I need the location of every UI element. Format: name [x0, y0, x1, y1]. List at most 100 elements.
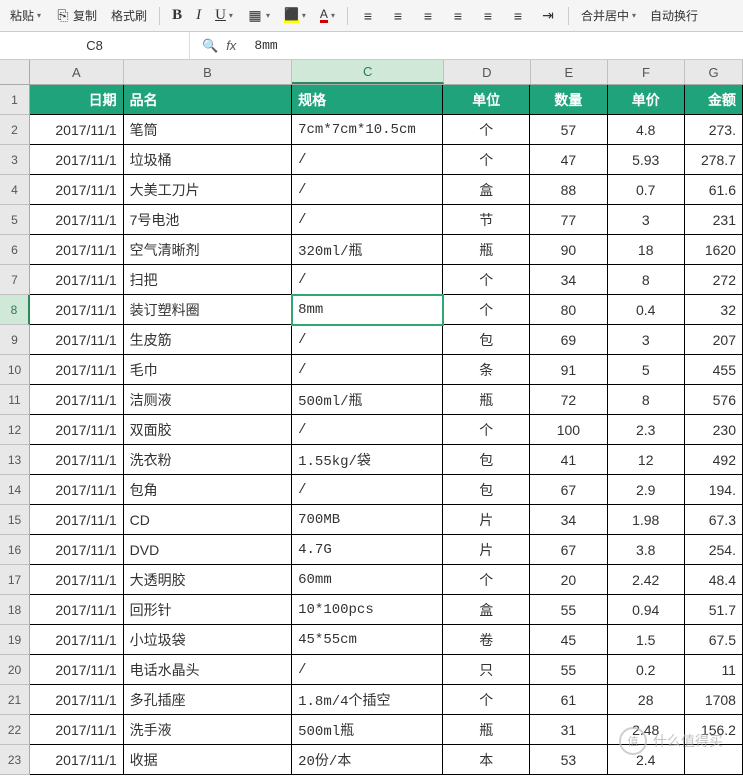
- cell-B16[interactable]: DVD: [124, 535, 293, 565]
- cell-E5[interactable]: 77: [530, 205, 607, 235]
- cell-B17[interactable]: 大透明胶: [124, 565, 293, 595]
- cell-G8[interactable]: 32: [685, 295, 743, 325]
- cell-C8[interactable]: 8mm: [292, 295, 443, 325]
- cell-C3[interactable]: /: [292, 145, 443, 175]
- row-header-3[interactable]: 3: [0, 145, 30, 175]
- cell-E23[interactable]: 53: [530, 745, 607, 775]
- font-color-button[interactable]: A▾: [314, 6, 341, 25]
- cell-G2[interactable]: 273.: [685, 115, 743, 145]
- row-header-4[interactable]: 4: [0, 175, 30, 205]
- cell-E19[interactable]: 45: [530, 625, 607, 655]
- cell-F19[interactable]: 1.5: [608, 625, 685, 655]
- row-header-19[interactable]: 19: [0, 625, 30, 655]
- cell-A13[interactable]: 2017/11/1: [30, 445, 124, 475]
- cell-B12[interactable]: 双面胶: [124, 415, 293, 445]
- cell-E1[interactable]: 数量: [530, 85, 607, 115]
- cell-B1[interactable]: 品名: [124, 85, 293, 115]
- cell-C13[interactable]: 1.55kg/袋: [292, 445, 443, 475]
- cell-E2[interactable]: 57: [530, 115, 607, 145]
- cell-G10[interactable]: 455: [685, 355, 743, 385]
- cell-F3[interactable]: 5.93: [608, 145, 685, 175]
- cell-E3[interactable]: 47: [530, 145, 607, 175]
- border-button[interactable]: ▦▾: [241, 6, 276, 26]
- cell-B19[interactable]: 小垃圾袋: [124, 625, 293, 655]
- fill-color-button[interactable]: ⬛▾: [278, 6, 312, 25]
- cell-G20[interactable]: 11: [685, 655, 743, 685]
- cell-B7[interactable]: 扫把: [124, 265, 293, 295]
- cell-F5[interactable]: 3: [608, 205, 685, 235]
- align-right-button[interactable]: ≡: [414, 6, 442, 26]
- cell-D13[interactable]: 包: [443, 445, 530, 475]
- cell-F22[interactable]: 2.48: [608, 715, 685, 745]
- cell-F23[interactable]: 2.4: [608, 745, 685, 775]
- cell-D4[interactable]: 盒: [443, 175, 530, 205]
- cell-E8[interactable]: 80: [530, 295, 607, 325]
- cell-C23[interactable]: 20份/本: [292, 745, 443, 775]
- align-bottom-button[interactable]: ≡: [504, 6, 532, 26]
- cell-F4[interactable]: 0.7: [608, 175, 685, 205]
- cell-A2[interactable]: 2017/11/1: [30, 115, 124, 145]
- row-header-20[interactable]: 20: [0, 655, 30, 685]
- cell-C16[interactable]: 4.7G: [292, 535, 443, 565]
- row-header-9[interactable]: 9: [0, 325, 30, 355]
- cell-E20[interactable]: 55: [530, 655, 607, 685]
- row-header-6[interactable]: 6: [0, 235, 30, 265]
- cell-D23[interactable]: 本: [443, 745, 530, 775]
- cell-A18[interactable]: 2017/11/1: [30, 595, 124, 625]
- cell-D15[interactable]: 片: [443, 505, 530, 535]
- wrap-text-button[interactable]: 自动换行: [644, 5, 704, 26]
- cell-C4[interactable]: /: [292, 175, 443, 205]
- cell-F18[interactable]: 0.94: [608, 595, 685, 625]
- row-header-16[interactable]: 16: [0, 535, 30, 565]
- cell-G23[interactable]: [685, 745, 743, 775]
- cell-E16[interactable]: 67: [530, 535, 607, 565]
- merge-center-button[interactable]: 合并居中 ▾: [575, 5, 642, 26]
- italic-button[interactable]: I: [190, 5, 207, 26]
- cell-C6[interactable]: 320ml/瓶: [292, 235, 443, 265]
- cell-B13[interactable]: 洗衣粉: [124, 445, 293, 475]
- cell-F6[interactable]: 18: [608, 235, 685, 265]
- cell-B14[interactable]: 包角: [124, 475, 293, 505]
- cell-F15[interactable]: 1.98: [608, 505, 685, 535]
- row-header-15[interactable]: 15: [0, 505, 30, 535]
- cell-C14[interactable]: /: [292, 475, 443, 505]
- cell-D10[interactable]: 条: [443, 355, 530, 385]
- cell-D12[interactable]: 个: [443, 415, 530, 445]
- row-header-23[interactable]: 23: [0, 745, 30, 775]
- cell-D6[interactable]: 瓶: [443, 235, 530, 265]
- cell-B10[interactable]: 毛巾: [124, 355, 293, 385]
- cell-D16[interactable]: 片: [443, 535, 530, 565]
- search-icon[interactable]: 🔍: [202, 38, 218, 54]
- cell-G7[interactable]: 272: [685, 265, 743, 295]
- select-all-corner[interactable]: [0, 60, 30, 85]
- cell-E18[interactable]: 55: [530, 595, 607, 625]
- cell-E21[interactable]: 61: [530, 685, 607, 715]
- formula-input[interactable]: 8mm: [254, 38, 277, 53]
- row-header-11[interactable]: 11: [0, 385, 30, 415]
- cell-A1[interactable]: 日期: [30, 85, 124, 115]
- cell-E4[interactable]: 88: [530, 175, 607, 205]
- cell-E6[interactable]: 90: [530, 235, 607, 265]
- cell-D21[interactable]: 个: [443, 685, 530, 715]
- cell-G18[interactable]: 51.7: [685, 595, 743, 625]
- align-center-v-button[interactable]: ≡: [384, 6, 412, 26]
- bold-button[interactable]: B: [166, 5, 188, 26]
- cell-F17[interactable]: 2.42: [608, 565, 685, 595]
- cell-C15[interactable]: 700MB: [292, 505, 443, 535]
- cell-A9[interactable]: 2017/11/1: [30, 325, 124, 355]
- cell-D1[interactable]: 单位: [443, 85, 530, 115]
- cell-D18[interactable]: 盒: [443, 595, 530, 625]
- copy-button[interactable]: ⎘ 复制: [49, 5, 103, 26]
- row-header-17[interactable]: 17: [0, 565, 30, 595]
- cell-E7[interactable]: 34: [530, 265, 607, 295]
- cell-G4[interactable]: 61.6: [685, 175, 743, 205]
- cell-A20[interactable]: 2017/11/1: [30, 655, 124, 685]
- cell-A19[interactable]: 2017/11/1: [30, 625, 124, 655]
- cell-G15[interactable]: 67.3: [685, 505, 743, 535]
- paste-button[interactable]: 粘贴 ▾: [4, 5, 47, 26]
- cell-D17[interactable]: 个: [443, 565, 530, 595]
- cell-B21[interactable]: 多孔插座: [124, 685, 293, 715]
- cell-C2[interactable]: 7cm*7cm*10.5cm: [292, 115, 443, 145]
- align-top-button[interactable]: ≡: [444, 6, 472, 26]
- cell-G14[interactable]: 194.: [685, 475, 743, 505]
